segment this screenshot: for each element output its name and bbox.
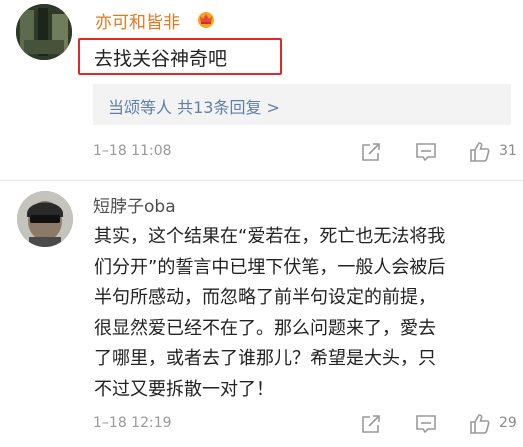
comment-icon[interactable] bbox=[413, 140, 439, 164]
vip-crown-icon bbox=[196, 9, 216, 29]
share-icon[interactable] bbox=[358, 140, 384, 164]
like-icon[interactable] bbox=[467, 140, 493, 164]
timestamp: 1–18 11:08 bbox=[93, 143, 172, 159]
comment-item: 短脖子oba 其实，这个结果在“爱若在，死亡也无法将我 们分开”的誓言中已埋下伏… bbox=[0, 181, 523, 447]
comment-text: 去找关谷神奇吧 bbox=[94, 48, 228, 70]
reply-summary-box[interactable]: 当颂等人 共13条回复 > bbox=[93, 84, 511, 125]
comment-icon[interactable] bbox=[413, 412, 439, 436]
like-count: 31 bbox=[499, 143, 517, 159]
avatar[interactable] bbox=[17, 191, 73, 247]
reply-summary-link[interactable]: 当颂等人 共13条回复 > bbox=[108, 94, 280, 118]
avatar[interactable] bbox=[16, 4, 72, 60]
like-icon[interactable] bbox=[467, 412, 493, 436]
share-icon[interactable] bbox=[358, 412, 384, 436]
username[interactable]: 短脖子oba bbox=[93, 192, 176, 217]
comment-meta-row: 1–18 11:08 31 bbox=[0, 140, 523, 164]
username[interactable]: 亦可和皆非 bbox=[95, 8, 180, 33]
comment-text: 其实，这个结果在“爱若在，死亡也无法将我 们分开”的誓言中已埋下伏笔，一般人会被… bbox=[94, 226, 446, 400]
timestamp: 1–18 12:19 bbox=[93, 415, 172, 431]
comment-item: 亦可和皆非 去找关谷神奇吧 当颂等人 共13条回复 > 1–18 11:08 3… bbox=[0, 0, 523, 180]
comment-meta-row: 1–18 12:19 29 bbox=[0, 412, 523, 436]
like-count: 29 bbox=[499, 415, 517, 431]
